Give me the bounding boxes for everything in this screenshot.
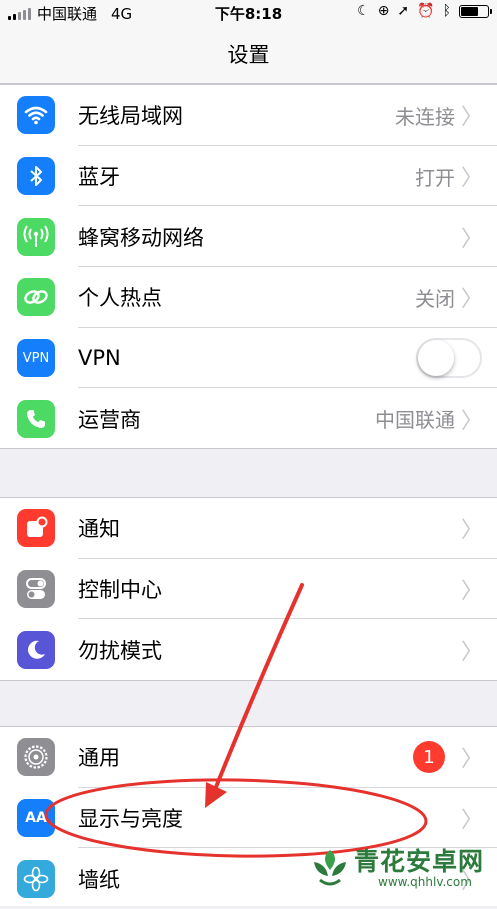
chevron-right-icon: 〉 xyxy=(460,579,483,605)
bluetooth-icon xyxy=(17,157,55,196)
update-badge: 1 xyxy=(413,741,445,774)
chevron-right-icon: 〉 xyxy=(460,408,483,434)
settings-row-carrier[interactable]: 运营商 中国联通 〉 xyxy=(0,388,497,449)
chevron-right-icon: 〉 xyxy=(460,287,483,313)
row-label: 控制中心 xyxy=(78,578,162,603)
status-bar: 中国联通 4G 下午8:18 ☾ ⊕ ➚ ⏰ ᛒ xyxy=(0,0,497,26)
cellular-icon xyxy=(17,217,55,256)
settings-row-vpn[interactable]: VPN VPN xyxy=(0,328,497,389)
watermark-name: 青花安卓网 xyxy=(354,847,485,876)
settings-row-display-brightness[interactable]: AA 显示与亮度 〉 xyxy=(0,788,497,849)
chevron-right-icon: 〉 xyxy=(460,226,483,252)
settings-row-cellular[interactable]: 蜂窝移动网络 〉 xyxy=(0,206,497,268)
navigation-bar: 设置 xyxy=(0,26,497,84)
orientation-lock-icon: ⊕ xyxy=(377,3,390,19)
vpn-icon: VPN xyxy=(17,339,55,378)
watermark-url: www.qhhlv.com xyxy=(378,875,472,889)
settings-row-wifi[interactable]: 无线局域网 未连接 〉 xyxy=(0,85,497,146)
notifications-group: 通知 〉 控制中心 〉 勿扰模式 〉 xyxy=(0,497,497,681)
chevron-right-icon: 〉 xyxy=(460,166,483,192)
chevron-right-icon: 〉 xyxy=(460,808,483,834)
chevron-right-icon: 〉 xyxy=(460,518,483,544)
connectivity-group: 无线局域网 未连接 〉 蓝牙 打开 〉 蜂窝移动网络 〉 个人热点 关闭 〉 V… xyxy=(0,84,497,449)
row-value: 中国联通 xyxy=(375,408,455,433)
row-label: 运营商 xyxy=(78,407,141,432)
alarm-icon: ⏰ xyxy=(417,3,435,19)
moon-icon xyxy=(17,630,55,669)
settings-row-notifications[interactable]: 通知 〉 xyxy=(0,498,497,559)
bluetooth-status-icon: ᛒ xyxy=(442,3,451,19)
row-label: 勿扰模式 xyxy=(78,638,162,663)
display-icon: AA xyxy=(17,799,55,838)
row-label: 个人热点 xyxy=(78,286,162,311)
chevron-right-icon: 〉 xyxy=(460,639,483,665)
settings-row-hotspot[interactable]: 个人热点 关闭 〉 xyxy=(0,267,497,328)
watermark-logo-icon xyxy=(314,850,346,886)
row-label: VPN xyxy=(78,346,121,371)
location-icon: ➚ xyxy=(397,3,410,19)
row-label: 通知 xyxy=(78,517,120,542)
settings-row-do-not-disturb[interactable]: 勿扰模式 〉 xyxy=(0,619,497,680)
moon-status-icon: ☾ xyxy=(357,3,370,19)
watermark: 青花安卓网 www.qhhlv.com xyxy=(306,842,497,895)
settings-row-general[interactable]: 通用 1 〉 xyxy=(0,727,497,788)
wallpaper-icon xyxy=(17,859,55,898)
gear-icon xyxy=(17,738,55,777)
settings-row-bluetooth[interactable]: 蓝牙 打开 〉 xyxy=(0,146,497,207)
settings-row-control-center[interactable]: 控制中心 〉 xyxy=(0,559,497,620)
vpn-toggle[interactable] xyxy=(416,338,482,379)
chevron-right-icon: 〉 xyxy=(460,105,483,131)
row-label: 通用 xyxy=(78,746,120,771)
chevron-right-icon: 〉 xyxy=(460,747,483,773)
wifi-icon xyxy=(17,96,55,135)
row-label: 墙纸 xyxy=(78,867,120,892)
battery-icon xyxy=(459,4,492,18)
row-value: 关闭 xyxy=(415,286,455,311)
row-label: 无线局域网 xyxy=(78,104,183,129)
control-center-icon xyxy=(17,570,55,609)
phone-icon xyxy=(17,399,55,438)
page-title: 设置 xyxy=(227,43,270,67)
notifications-icon xyxy=(17,509,55,548)
row-label: 显示与亮度 xyxy=(78,807,183,832)
row-value: 打开 xyxy=(415,165,455,190)
row-label: 蜂窝移动网络 xyxy=(78,225,204,250)
hotspot-icon xyxy=(17,278,55,317)
row-label: 蓝牙 xyxy=(78,165,120,190)
row-value: 未连接 xyxy=(395,104,455,129)
